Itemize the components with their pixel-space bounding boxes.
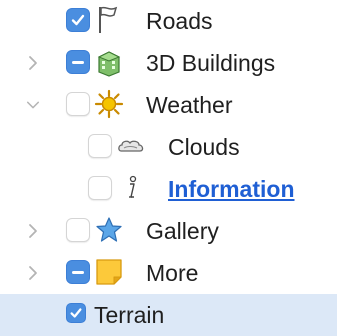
- info-icon: [116, 173, 146, 203]
- tree-row-clouds[interactable]: Clouds: [0, 126, 337, 168]
- checkmark-icon: [71, 14, 85, 26]
- terrain-checkbox[interactable]: [66, 303, 86, 323]
- tree-label-more: More: [146, 260, 199, 286]
- sun-icon: [94, 89, 124, 119]
- tree-label-weather: Weather: [146, 92, 233, 118]
- chevron-right-icon[interactable]: [26, 221, 40, 241]
- tree-row-terrain[interactable]: Terrain: [0, 294, 337, 336]
- information-checkbox[interactable]: [88, 176, 112, 200]
- flag-icon: [94, 5, 124, 35]
- tree-label-terrain: Terrain: [94, 302, 165, 328]
- tree-row-weather[interactable]: Weather: [0, 84, 337, 126]
- tree-label-roads: Roads: [146, 8, 213, 34]
- star-icon: [94, 215, 124, 245]
- weather-checkbox[interactable]: [66, 92, 90, 116]
- 3d-buildings-checkbox[interactable]: [66, 50, 90, 74]
- cloud-icon: [116, 131, 146, 161]
- layers-tree: Roads 3D Buildings Weather Clouds Inform…: [0, 0, 337, 336]
- tree-label-3d-buildings: 3D Buildings: [146, 50, 276, 76]
- tree-label-gallery: Gallery: [146, 218, 219, 244]
- tree-row-gallery[interactable]: Gallery: [0, 210, 337, 252]
- information-link[interactable]: Information: [168, 174, 295, 204]
- gallery-checkbox[interactable]: [66, 218, 90, 242]
- checkmark-icon: [70, 308, 82, 318]
- chevron-right-icon[interactable]: [26, 53, 40, 73]
- tree-label-clouds: Clouds: [168, 134, 240, 160]
- tree-row-information[interactable]: Information: [0, 168, 337, 210]
- note-icon: [94, 257, 124, 287]
- building-icon: [94, 47, 124, 77]
- roads-checkbox[interactable]: [66, 8, 90, 32]
- tree-row-more[interactable]: More: [0, 252, 337, 294]
- chevron-down-icon[interactable]: [26, 95, 40, 115]
- clouds-checkbox[interactable]: [88, 134, 112, 158]
- more-checkbox[interactable]: [66, 260, 90, 284]
- tree-row-roads[interactable]: Roads: [0, 0, 337, 42]
- tree-row-3d-buildings[interactable]: 3D Buildings: [0, 42, 337, 84]
- chevron-right-icon[interactable]: [26, 263, 40, 283]
